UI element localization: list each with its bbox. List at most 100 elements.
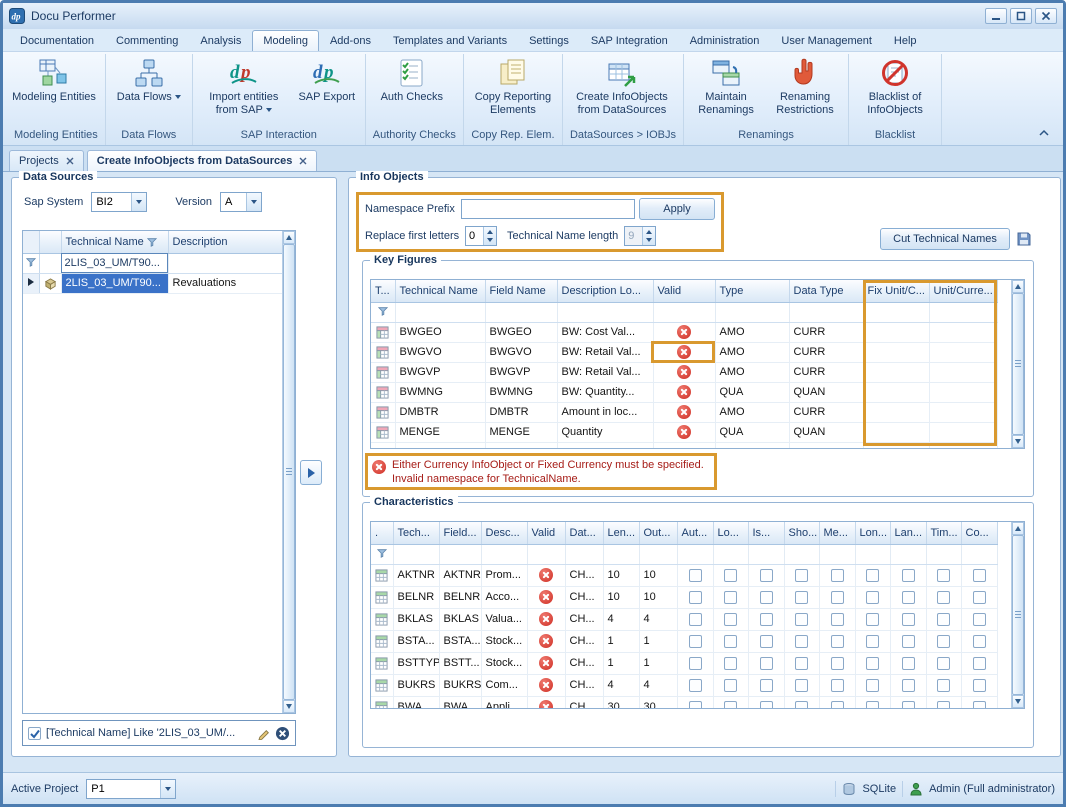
column-header-desc[interactable]: Desc... [481,522,527,544]
filter-cell[interactable] [929,302,997,322]
scroll-down-button[interactable] [1012,435,1024,448]
checkbox[interactable] [902,613,915,626]
cell-unit-currency[interactable] [929,342,997,362]
cell-description[interactable]: Amount in loc... [557,402,653,422]
replace-first-letters-input[interactable] [466,227,482,245]
checkbox[interactable] [689,701,702,710]
checkbox[interactable] [724,657,737,670]
cell-description[interactable]: BW: Cost Val... [557,322,653,342]
filter-cell[interactable] [557,302,653,322]
characteristic-row[interactable]: AKTNR AKTNR Prom... CH... 10 10 [371,564,997,586]
cell-technical-name[interactable]: 2LIS_03_UM/T90... [61,273,168,293]
cell-technical-name[interactable]: BWGVP [395,362,485,382]
key-figure-row[interactable]: MENGE MENGE Quantity QUA QUAN [371,422,997,442]
cell-type[interactable]: AMO [715,322,789,342]
cell-desc[interactable]: Stock... [481,652,527,674]
ribbon-tab-commenting[interactable]: Commenting [105,30,189,51]
column-header-dat[interactable]: Dat... [565,522,603,544]
column-header-fix-unit[interactable]: Fix Unit/C... [863,280,929,302]
checkbox[interactable] [973,657,986,670]
checkbox[interactable] [937,657,950,670]
cell-field-name[interactable]: DMBTR [485,402,557,422]
close-icon[interactable] [299,157,307,165]
checkbox[interactable] [937,635,950,648]
cell-valid[interactable] [653,322,715,342]
cell-field[interactable]: BSTT... [439,652,481,674]
cell-fix-unit[interactable] [863,342,929,362]
modeling-entities-button[interactable]: Modeling Entities [10,54,98,104]
cell-tech[interactable]: BSTTYP [393,652,439,674]
cell-dat[interactable]: CH... [565,564,603,586]
scroll-down-button[interactable] [283,700,295,713]
technical-name-length-stepper[interactable] [624,226,656,246]
checkbox[interactable] [973,679,986,692]
cell-valid[interactable] [527,630,565,652]
checkbox[interactable] [831,613,844,626]
cell-out[interactable]: 1 [639,630,677,652]
checkbox[interactable] [866,701,879,710]
cell-unit-currency[interactable] [929,402,997,422]
cell-tech[interactable]: BWA... [393,696,439,709]
cell-valid[interactable] [527,674,565,696]
cell-valid[interactable] [653,402,715,422]
cell-type[interactable]: AMO [715,402,789,422]
checkbox[interactable] [760,569,773,582]
cell-data-type[interactable]: QUAN [789,382,863,402]
cell-fix-unit[interactable] [863,422,929,442]
column-header-lo[interactable]: Lo... [713,522,748,544]
column-header-description[interactable]: Description [168,231,284,253]
filter-cell[interactable] [639,544,677,564]
close-button[interactable] [1035,8,1057,24]
cell-out[interactable]: 10 [639,586,677,608]
column-header-valid[interactable]: Valid [653,280,715,302]
cell-out[interactable]: 10 [639,564,677,586]
column-header-me[interactable]: Me... [819,522,855,544]
checkbox[interactable] [795,613,808,626]
scrollbar-thumb[interactable] [1012,293,1024,435]
checkbox[interactable] [831,657,844,670]
filter-cell[interactable] [789,302,863,322]
cell-desc[interactable]: Valua... [481,608,527,630]
checkbox[interactable] [831,635,844,648]
cell-data-type[interactable]: CURR [789,362,863,382]
checkbox[interactable] [937,679,950,692]
cell-technical-name[interactable]: BWMNG [395,382,485,402]
cell-out[interactable]: 4 [639,674,677,696]
cell-valid[interactable] [527,652,565,674]
column-header-description[interactable]: Description Lo... [557,280,653,302]
checkbox[interactable] [689,657,702,670]
checkbox[interactable] [724,569,737,582]
replace-first-letters-stepper[interactable] [465,226,497,246]
column-header-technical-name[interactable]: Technical Name [395,280,485,302]
active-project-select[interactable]: P1 [86,779,176,799]
filter-cell[interactable] [819,544,855,564]
checkbox[interactable] [760,679,773,692]
column-header-tim[interactable]: Tim... [926,522,961,544]
checkbox[interactable] [795,591,808,604]
cell-fix-unit[interactable] [863,382,929,402]
filter-cell[interactable] [527,544,565,564]
version-select[interactable]: A [220,192,262,212]
cell-field-name[interactable]: BWMNG [485,382,557,402]
cell-unit-currency[interactable] [929,382,997,402]
column-header-type[interactable]: Type [715,280,789,302]
cell-field[interactable]: BELNR [439,586,481,608]
cell-desc[interactable]: Prom... [481,564,527,586]
checkbox[interactable] [724,679,737,692]
filter-cell[interactable] [485,302,557,322]
checkbox[interactable] [866,569,879,582]
cell-technical-name[interactable]: BWGVO [395,342,485,362]
filter-cell[interactable] [439,544,481,564]
cell-len[interactable]: 4 [603,674,639,696]
ribbon-tab-addons[interactable]: Add-ons [319,30,382,51]
auth-checks-button[interactable]: Auth Checks [369,54,455,104]
cell-dat[interactable]: CH... [565,608,603,630]
cell-fix-unit[interactable] [863,322,929,342]
cell-field-name[interactable]: BWGEO [485,322,557,342]
blacklist-button[interactable]: Blacklist of InfoObjects [852,54,938,117]
characteristic-row[interactable]: BSTTYP BSTT... Stock... CH... 1 1 [371,652,997,674]
cell-unit-currency[interactable] [929,322,997,342]
cell-tech[interactable]: BSTA... [393,630,439,652]
scrollbar-thumb[interactable] [283,244,295,700]
cell-len[interactable]: 10 [603,586,639,608]
